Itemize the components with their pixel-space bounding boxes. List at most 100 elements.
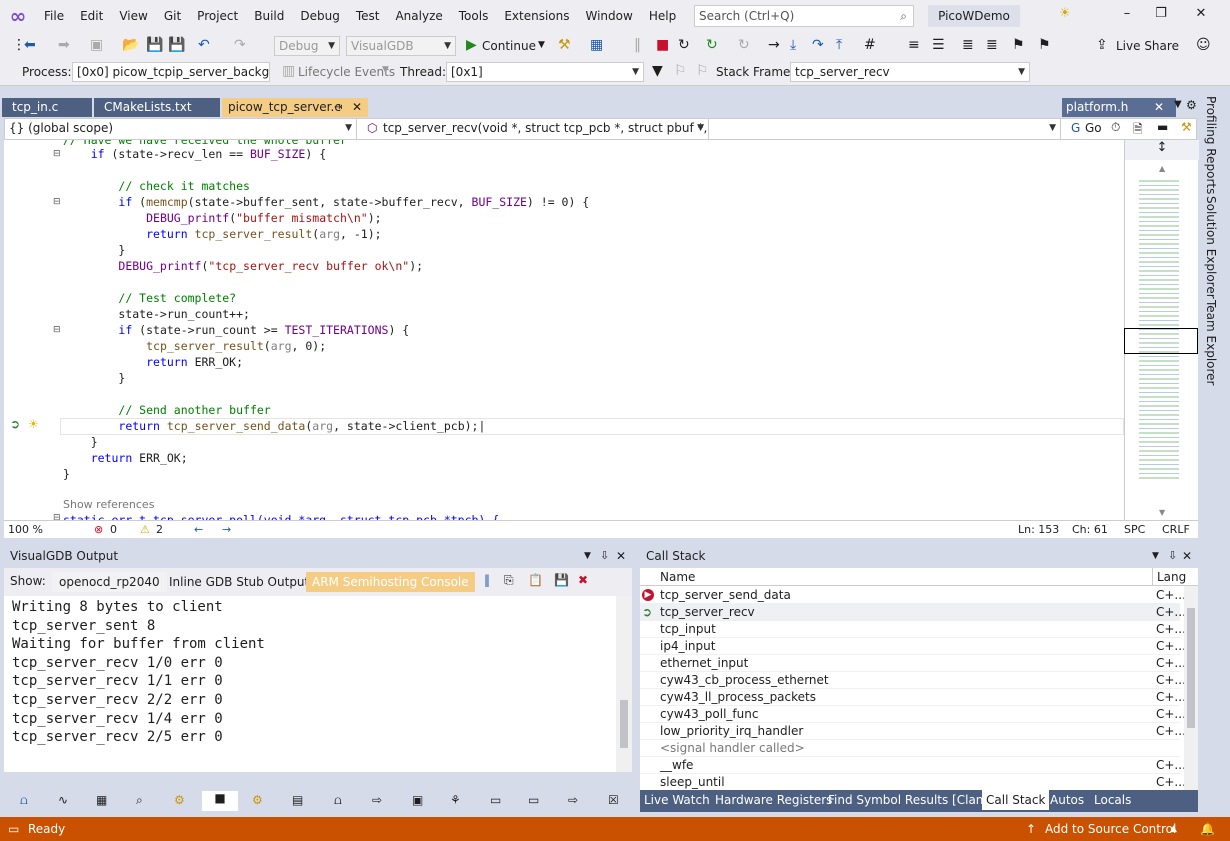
profiler-icon[interactable]: ⩍ (334, 793, 342, 808)
toggle-comment-icon[interactable]: ☰ (932, 37, 945, 53)
bookmark-nav-icon[interactable]: ⚑ (1038, 37, 1051, 53)
indent-icon[interactable]: ≣ (986, 37, 998, 53)
source-openocd[interactable]: openocd_rp2040 (52, 572, 167, 592)
menu-edit[interactable]: Edit (72, 0, 111, 32)
menu-tools[interactable]: Tools (451, 0, 497, 32)
tab-locals[interactable]: Locals (1090, 790, 1135, 810)
split-handle-icon[interactable]: ↕ (1125, 140, 1199, 160)
menu-file[interactable]: File (36, 0, 72, 32)
refresh-icon[interactable]: ↻ (738, 37, 750, 53)
save-icon[interactable]: 💾 (146, 37, 163, 53)
chevron-up-icon[interactable]: ▲ (1170, 817, 1177, 841)
previous-issue-icon[interactable]: ← (194, 521, 203, 539)
undo-icon[interactable]: ↶ (198, 37, 210, 53)
step-over-icon[interactable]: ↷ (812, 37, 824, 53)
hot-reload-icon[interactable]: ↻ (706, 37, 718, 53)
collapse-icon[interactable]: ⊟ (53, 197, 61, 207)
tab-overflow-icon[interactable]: ▼ (1174, 99, 1182, 110)
output-text-area[interactable]: Writing 8 bytes to client tcp_server_sen… (4, 596, 616, 772)
close-panel-icon[interactable]: ✕ (616, 546, 626, 566)
configuration-combo[interactable]: Debug ▼ (274, 36, 340, 56)
scrollbar-thumb[interactable] (620, 700, 628, 748)
chart-icon[interactable]: ⩍ (20, 793, 28, 808)
lightbulb-icon[interactable]: ☀ (28, 417, 39, 431)
lifecycle-events-button[interactable]: Lifecycle Events (298, 62, 395, 82)
call-stack-scrollbar[interactable] (1184, 586, 1198, 790)
console-alt-icon[interactable]: ▭ (528, 793, 539, 807)
tab-solution-explorer[interactable]: Solution Explorer (1204, 196, 1218, 299)
delete-icon[interactable]: ☒ (608, 793, 619, 807)
pause-output-icon[interactable]: ‖ (484, 573, 490, 587)
restart-icon[interactable]: ↻ (678, 37, 690, 53)
diagnostics-icon[interactable]: ▦ (590, 37, 603, 53)
code-editor[interactable]: ➲ ☀ ⊟ ⊟ ⊟ ⊟ // Have we have received the… (4, 140, 1124, 520)
menu-project[interactable]: Project (189, 0, 246, 32)
clock-icon[interactable]: ⏱ (1111, 120, 1120, 135)
attach-icon[interactable]: ⚒ (558, 37, 571, 53)
menu-view[interactable]: View (111, 0, 155, 32)
show-next-statement-icon[interactable]: → (768, 37, 780, 53)
menu-git[interactable]: Git (156, 0, 189, 32)
close-tab-icon[interactable]: ✕ (1154, 98, 1164, 117)
collapse-icon[interactable]: ⊟ (53, 325, 61, 335)
error-count[interactable]: 0 (110, 521, 117, 539)
chevron-down-icon[interactable]: ▼ (538, 40, 545, 50)
tab-profiling-reports[interactable]: Profiling Reports (1204, 96, 1218, 194)
call-stack-row-selected[interactable]: ➲ tcp_server_recv C+... (640, 604, 1186, 621)
menu-extensions[interactable]: Extensions (496, 0, 577, 32)
warning-count[interactable]: 2 (156, 521, 163, 539)
call-stack-row[interactable]: <signal handler called> (640, 740, 1180, 757)
process-combo[interactable]: [0x0] picow_tcpip_server_backgro (72, 62, 270, 82)
copy-icon[interactable]: ⎘ (504, 573, 514, 588)
function-combo[interactable]: ⬡ tcp_server_recv(void *, struct tcp_pcb… (361, 119, 709, 139)
close-tab-icon[interactable]: ✕ (352, 98, 362, 117)
menu-help[interactable]: Help (641, 0, 684, 32)
pin-icon[interactable]: ⇩ (1168, 546, 1177, 566)
settings-wrench-icon[interactable]: ⚒ (1181, 120, 1192, 134)
collapse-icon[interactable]: ⊟ (53, 149, 61, 159)
step-out-icon[interactable]: ⤒ (836, 37, 842, 53)
tag-icon[interactable]: ▬ (1157, 120, 1168, 134)
scroll-down-icon[interactable]: ▼ (1159, 508, 1165, 517)
tab-team-explorer[interactable]: Team Explorer (1204, 300, 1218, 386)
call-stack-row[interactable]: low_priority_irq_handler C+... (640, 723, 1186, 740)
call-stack-row[interactable]: tcp_input C+... (640, 621, 1186, 638)
tab-autos[interactable]: Autos (1046, 790, 1088, 810)
feedback-person-icon[interactable]: ☺ (1196, 37, 1211, 53)
menu-debug[interactable]: Debug (292, 0, 347, 32)
call-stack-row[interactable]: sleep_until C+... (640, 774, 1186, 790)
minimap-viewport[interactable] (1124, 328, 1198, 354)
editor-minimap-scrollbar[interactable]: ↕ ▲ ▼ (1124, 140, 1199, 520)
go-button[interactable]: Go (1085, 121, 1102, 135)
collapse-icon[interactable]: ⊟ (53, 513, 61, 520)
tab-hardware-registers[interactable]: Hardware Registers (711, 790, 836, 810)
clear-output-icon[interactable]: ✖ (578, 573, 588, 587)
threads-icon[interactable]: ≡ (908, 37, 920, 53)
waveform-icon[interactable]: ∿ (58, 793, 68, 807)
column-header-name[interactable]: Name (660, 568, 695, 586)
minimize-button[interactable]: – (1112, 6, 1142, 21)
source-inline-gdb-stub[interactable]: Inline GDB Stub Output (164, 572, 314, 592)
tab-tcp-in[interactable]: tcp_in.c (2, 98, 92, 117)
pause-icon[interactable]: ‖ (634, 37, 641, 53)
tab-picow-tcp-server[interactable]: picow_tcp_server.c ⇥ ✕ (222, 98, 368, 117)
save-output-icon[interactable]: 💾 (554, 573, 569, 587)
save-all-icon[interactable]: 💾 (168, 37, 185, 53)
flag-all-icon[interactable]: ⚐ (696, 63, 709, 79)
menu-window[interactable]: Window (578, 0, 641, 32)
column-header-lang[interactable]: Lang (1152, 568, 1186, 586)
scrollbar-thumb[interactable] (1187, 608, 1195, 728)
line-ending[interactable]: CRLF (1162, 521, 1190, 539)
forward-icon[interactable]: ➡ (58, 37, 70, 53)
tab-live-watch[interactable]: Live Watch (640, 790, 714, 810)
feedback-icon[interactable]: ☀ (1050, 6, 1080, 21)
close-panel-icon[interactable]: ✕ (1182, 546, 1192, 566)
menu-analyze[interactable]: Analyze (387, 0, 450, 32)
call-stack-row[interactable]: cyw43_ll_process_packets C+... (640, 689, 1186, 706)
next-issue-icon[interactable]: → (222, 521, 231, 539)
thread-combo[interactable]: [0x1] ▼ (446, 62, 644, 82)
call-stack-row[interactable]: ▶ tcp_server_send_data C+... (640, 587, 1186, 604)
chevron-down-icon[interactable]: ▼ (584, 546, 591, 566)
forward-icon[interactable]: ⇨ (568, 793, 578, 807)
continue-button[interactable]: Continue (482, 36, 536, 56)
